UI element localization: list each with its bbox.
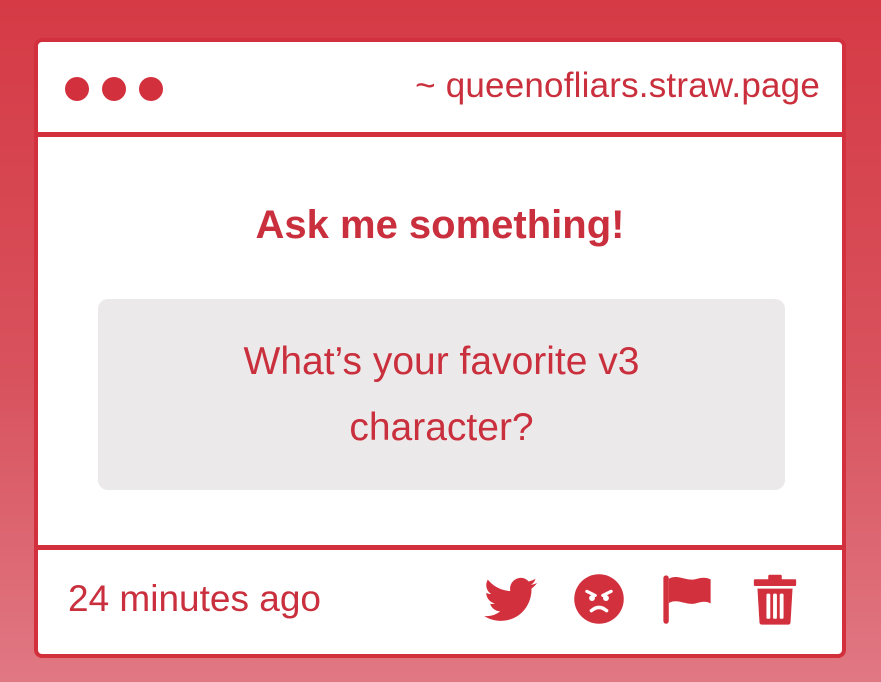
card-content: Ask me something! What’s your favorite v… [38, 137, 842, 549]
window-dot [139, 77, 163, 101]
card-footer: 24 minutes ago [38, 545, 842, 654]
report-button[interactable] [660, 572, 714, 626]
title-bar: ~ queenofliars.straw.page [38, 42, 842, 137]
question-box: What’s your favorite v3 character? [98, 299, 785, 490]
message-card: ~ queenofliars.straw.page Ask me somethi… [34, 38, 846, 658]
prompt-heading: Ask me something! [255, 203, 625, 247]
page-url: ~ queenofliars.straw.page [415, 66, 820, 105]
question-text: What’s your favorite v3 character? [243, 339, 640, 449]
react-button[interactable] [572, 572, 626, 626]
window-dot [65, 77, 89, 101]
window-dot [102, 77, 126, 101]
twitter-icon [484, 577, 538, 621]
flag-icon [663, 575, 711, 624]
action-bar [484, 572, 802, 626]
delete-button[interactable] [748, 572, 802, 626]
angry-face-icon [574, 574, 624, 624]
twitter-share-button[interactable] [484, 572, 538, 626]
window-dots [65, 77, 163, 101]
timestamp: 24 minutes ago [68, 578, 322, 619]
trash-icon [753, 574, 797, 625]
